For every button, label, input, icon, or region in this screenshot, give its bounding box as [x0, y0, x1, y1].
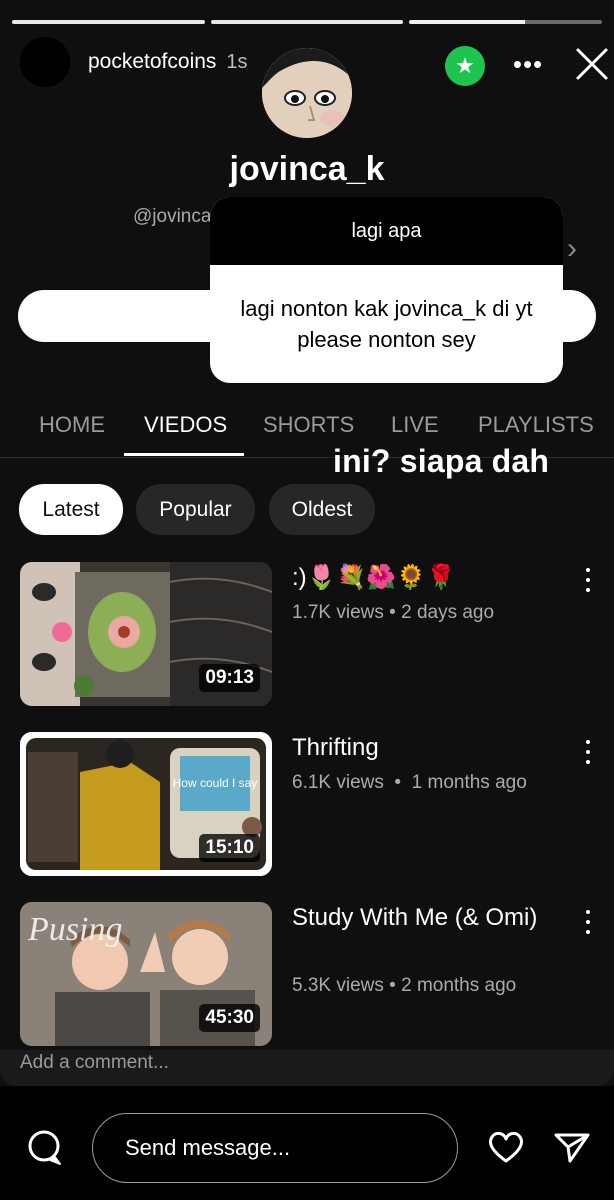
close-icon[interactable] [572, 44, 612, 84]
video-duration: 45:30 [199, 1004, 260, 1032]
video-age: 2 days ago [401, 602, 495, 623]
send-message-input[interactable]: Send message... [92, 1113, 458, 1183]
progress-segment-3 [409, 20, 603, 24]
video-age: 2 months ago [401, 975, 517, 996]
video-options-icon[interactable] [578, 740, 598, 764]
video-options-icon[interactable] [578, 568, 598, 592]
story-progress [12, 20, 603, 24]
video-duration: 09:13 [199, 664, 260, 692]
heart-icon[interactable] [486, 1127, 526, 1167]
video-title[interactable]: Thrifting [292, 732, 562, 764]
story-username[interactable]: pocketofcoins [88, 50, 216, 74]
video-title[interactable]: Study With Me (& Omi) [292, 902, 562, 934]
svg-text:Pusing: Pusing [27, 911, 122, 948]
chevron-right-icon[interactable]: › [567, 232, 577, 266]
story-avatar[interactable] [20, 37, 70, 87]
question-sticker: lagi apa lagi nonton kak jovinca_k di yt… [210, 197, 563, 383]
video-thumbnail[interactable]: Pusing 45:30 [20, 902, 272, 1046]
question-prompt: lagi apa [210, 197, 563, 265]
tab-playlists[interactable]: PLAYLISTS [478, 412, 594, 438]
active-tab-indicator [124, 453, 244, 456]
story-timestamp: 1s [226, 50, 248, 73]
comment-placeholder[interactable]: Add a comment... [20, 1052, 169, 1074]
tab-videos[interactable]: VIEDOS [144, 412, 227, 438]
video-views: 1.7K views [292, 602, 384, 623]
send-icon[interactable] [552, 1127, 592, 1167]
channel-name: jovinca_k [229, 150, 385, 188]
video-views: 6.1K views [292, 772, 384, 793]
tab-live[interactable]: LIVE [391, 412, 439, 438]
channel-handle: @jovinca [133, 206, 212, 227]
tab-shorts[interactable]: SHORTS [263, 412, 354, 438]
channel-avatar[interactable] [262, 48, 352, 138]
star-icon: ★ [445, 46, 485, 86]
progress-segment-2 [210, 20, 404, 24]
svg-text:How could I say: How could I say [173, 776, 258, 790]
video-thumbnail[interactable]: How could I say 15:10 [20, 732, 272, 876]
camera-chat-icon[interactable] [24, 1128, 64, 1168]
video-meta: 1.7K views • 2 days ago [292, 602, 495, 623]
tab-home[interactable]: HOME [39, 412, 105, 438]
video-duration: 15:10 [199, 834, 260, 862]
video-meta: 6.1K views • 1 months ago [292, 772, 527, 793]
video-options-icon[interactable] [578, 910, 598, 934]
chip-latest[interactable]: Latest [19, 484, 123, 535]
video-meta: 5.3K views • 2 months ago [292, 975, 517, 996]
video-views: 5.3K views [292, 975, 384, 996]
question-answer: lagi nonton kak jovinca_k di yt please n… [240, 296, 533, 352]
chip-popular[interactable]: Popular [136, 484, 255, 535]
story-viewer: pocketofcoins 1s ★ ••• jovinca_k @jovinc… [0, 0, 614, 1200]
video-title[interactable]: :)🌷💐🌺🌻🌹 [292, 562, 562, 594]
story-caption: ini? siapa dah [333, 443, 550, 479]
video-age: 1 months ago [411, 772, 527, 793]
more-dots-icon[interactable]: ••• [508, 44, 548, 84]
progress-segment-1 [12, 20, 205, 24]
video-thumbnail[interactable]: 09:13 [20, 562, 272, 706]
chip-oldest[interactable]: Oldest [269, 484, 375, 535]
